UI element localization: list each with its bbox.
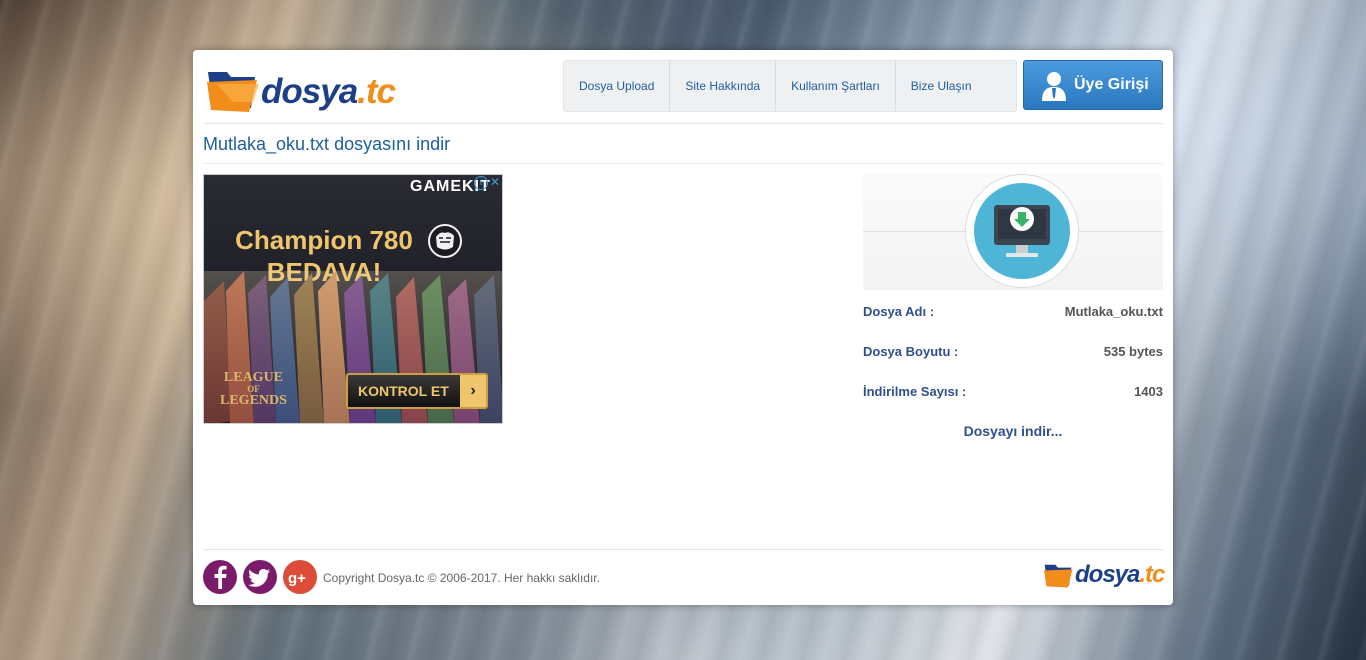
logo-text: dosya.tc [261, 72, 396, 111]
google-plus-button[interactable]: g+ [283, 560, 317, 594]
file-name-label: Dosya Adı : [863, 304, 935, 319]
login-button[interactable]: Üye Girişi [1023, 60, 1163, 110]
download-circle [965, 174, 1079, 288]
download-circle-fill [974, 183, 1070, 279]
advertisement-banner[interactable]: GAMEKIT i ✕ Champion 780 BEDAVA! LEAGUE … [203, 174, 503, 424]
site-header: dosya.tc Dosya Upload Site Hakkında Kull… [203, 60, 1163, 124]
fist-logo-icon [428, 224, 462, 258]
ad-headline: Champion 780 [235, 225, 413, 255]
download-count-row: İndirilme Sayısı : 1403 [863, 384, 1163, 404]
main-nav: Dosya Upload Site Hakkında Kullanım Şart… [563, 60, 1017, 112]
download-monitor-icon [994, 205, 1050, 257]
file-name-value: Mutlaka_oku.txt [1064, 304, 1163, 319]
facebook-button[interactable] [203, 560, 237, 594]
footer-logo[interactable]: dosya.tc [1043, 558, 1165, 594]
ad-game-logo: LEAGUE OF LEGENDS [220, 370, 287, 408]
twitter-icon [248, 569, 270, 587]
folder-logo-icon [1044, 564, 1073, 588]
twitter-button[interactable] [243, 560, 277, 594]
nav-item-terms[interactable]: Kullanım Şartları [776, 61, 896, 111]
chevron-right-icon: › [460, 375, 486, 407]
user-icon [1042, 72, 1066, 101]
google-plus-icon: g+ [288, 570, 306, 587]
nav-item-upload[interactable]: Dosya Upload [564, 61, 671, 111]
file-size-label: Dosya Boyutu : [863, 344, 959, 359]
divider [203, 123, 1163, 124]
footer-logo-text: dosya.tc [1075, 561, 1165, 588]
ad-info-icon[interactable]: i [474, 176, 488, 190]
facebook-icon [214, 565, 227, 589]
ad-close-icon[interactable]: ✕ [489, 175, 501, 189]
ad-cta-button[interactable]: KONTROL ET › [346, 373, 488, 409]
file-name-row: Dosya Adı : Mutlaka_oku.txt [863, 304, 1163, 324]
download-graphic [863, 174, 1163, 290]
nav-item-about[interactable]: Site Hakkında [670, 61, 777, 111]
main-card: dosya.tc Dosya Upload Site Hakkında Kull… [193, 50, 1173, 605]
divider [203, 549, 1163, 550]
file-size-row: Dosya Boyutu : 535 bytes [863, 344, 1163, 364]
nav-item-contact[interactable]: Bize Ulaşın [896, 61, 1016, 111]
file-size-value: 535 bytes [1103, 344, 1163, 359]
copyright-text: Copyright Dosya.tc © 2006-2017. Her hakk… [323, 571, 600, 585]
download-link[interactable]: Dosyayı indir... [863, 423, 1163, 439]
page-title: Mutlaka_oku.txt dosyasını indir [203, 134, 451, 154]
svg-text:g+: g+ [288, 570, 306, 587]
folder-logo-icon [207, 72, 259, 112]
site-logo[interactable]: dosya.tc [205, 62, 396, 118]
download-count-label: İndirilme Sayısı : [863, 384, 967, 399]
divider [203, 163, 1163, 164]
download-count-value: 1403 [1134, 384, 1163, 399]
login-label: Üye Girişi [1074, 76, 1149, 93]
